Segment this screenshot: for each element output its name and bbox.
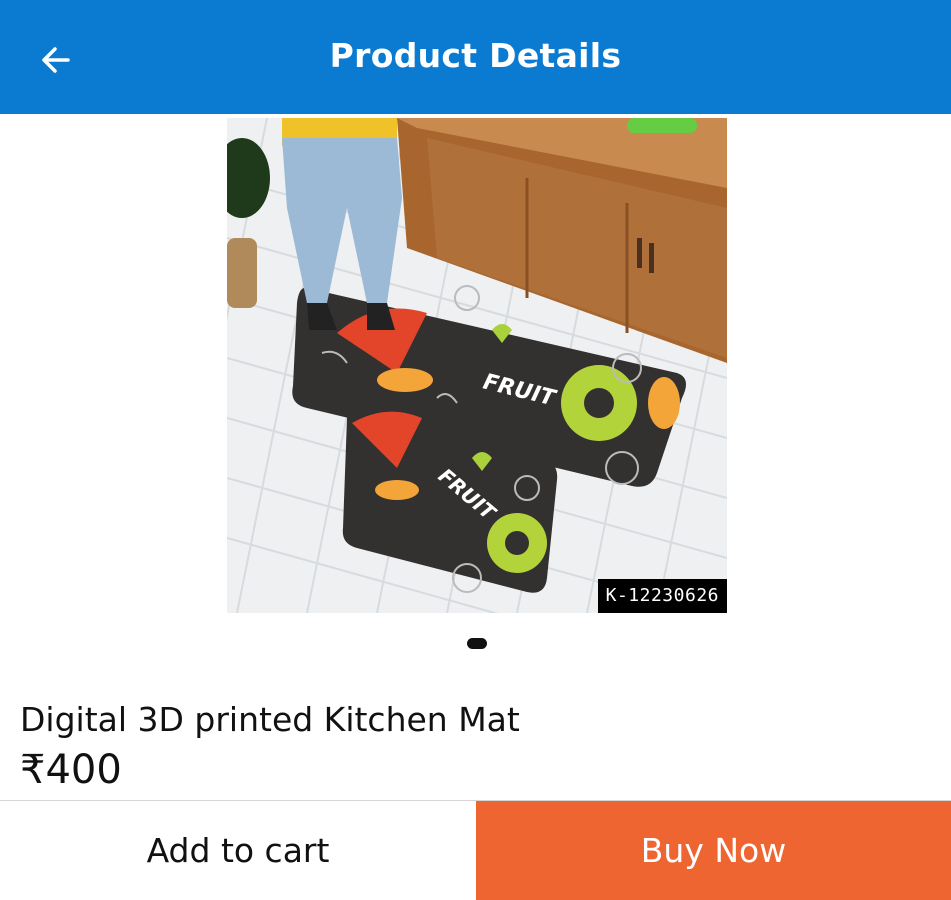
carousel-indicator-active[interactable]	[467, 638, 487, 649]
page-title: Product Details	[329, 36, 622, 75]
product-image: FRUIT FRUIT	[227, 118, 727, 613]
sku-badge: K-12230626	[597, 579, 727, 613]
product-title: Digital 3D printed Kitchen Mat	[20, 700, 520, 739]
product-image-carousel[interactable]: FRUIT FRUIT K-12230626	[227, 118, 727, 613]
bottom-action-bar: Add to cart Buy Now	[0, 800, 951, 900]
buy-now-button[interactable]: Buy Now	[476, 801, 951, 900]
add-to-cart-label: Add to cart	[146, 831, 330, 870]
buy-now-label: Buy Now	[640, 831, 787, 870]
add-to-cart-button[interactable]: Add to cart	[0, 801, 476, 900]
product-price: ₹400	[20, 747, 122, 793]
app-bar: Product Details	[0, 0, 951, 114]
